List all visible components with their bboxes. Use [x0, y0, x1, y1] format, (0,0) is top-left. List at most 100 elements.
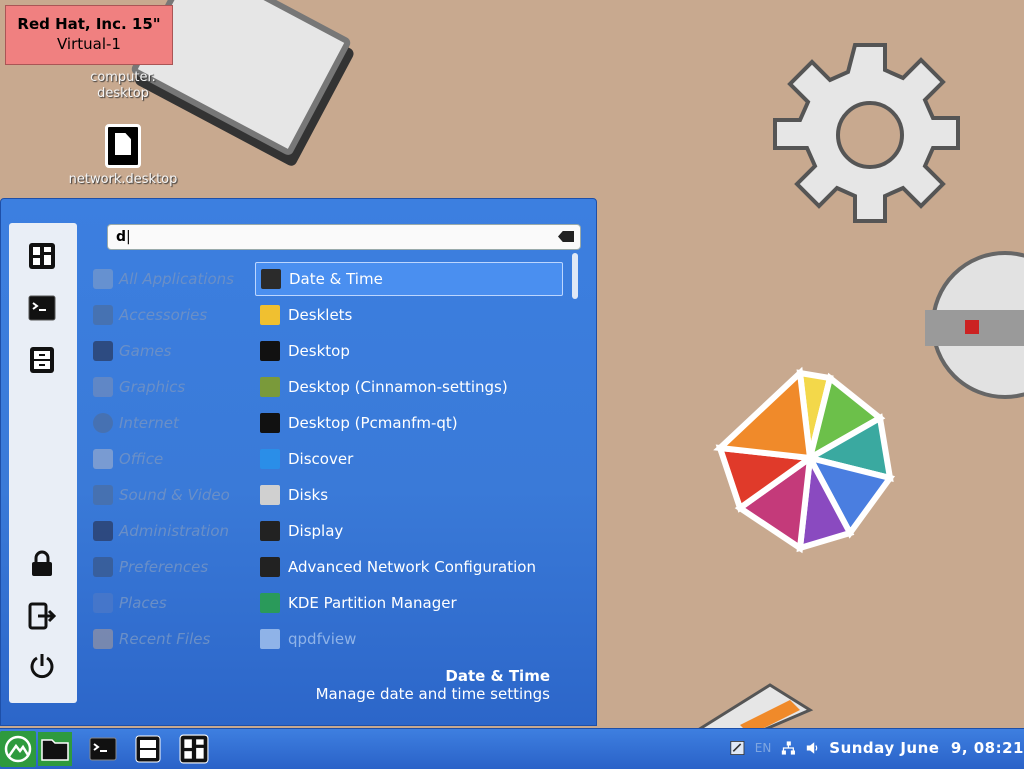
category-places[interactable]: Places	[93, 585, 253, 621]
administration-icon	[93, 521, 113, 541]
folder-icon	[41, 739, 69, 761]
places-icon	[93, 593, 113, 613]
file-icon	[105, 124, 141, 168]
desklets-icon	[260, 305, 280, 325]
app-item-label: Display	[288, 522, 344, 540]
category-label: All Applications	[119, 270, 234, 288]
category-all-applications[interactable]: All Applications	[93, 261, 253, 297]
category-graphics[interactable]: Graphics	[93, 369, 253, 405]
application-menu: d| All Applications Accessories Games Gr…	[0, 198, 597, 726]
app-item[interactable]: Display	[255, 513, 563, 549]
desktop-icon-label: computer.	[90, 70, 156, 85]
category-list: All Applications Accessories Games Graph…	[93, 261, 253, 657]
lock-icon	[32, 550, 52, 576]
wallpaper-gear-graphic	[773, 43, 960, 223]
clock[interactable]: Sunday June 9, 08:21	[829, 739, 1024, 757]
app-description: Date & Time Manage date and time setting…	[316, 667, 550, 703]
wallpaper-sphere-graphic	[925, 251, 1024, 399]
category-games[interactable]: Games	[93, 333, 253, 369]
favorites-panel	[9, 223, 77, 703]
app-item[interactable]: Desktop (Pcmanfm-qt)	[255, 405, 563, 441]
network-config-icon	[260, 557, 280, 577]
recent-files-icon	[93, 629, 113, 649]
app-item-label: Disks	[288, 486, 329, 504]
internet-icon	[93, 413, 113, 433]
games-icon	[93, 341, 113, 361]
category-label: Preferences	[119, 558, 209, 576]
preferences-icon	[93, 557, 113, 577]
qpdfview-icon	[260, 629, 280, 649]
folder-icon	[260, 341, 280, 361]
category-internet[interactable]: Internet	[93, 405, 253, 441]
category-sound-video[interactable]: Sound & Video	[93, 477, 253, 513]
partition-manager-icon	[260, 593, 280, 613]
lock-screen-button[interactable]	[27, 549, 57, 579]
logout-button[interactable]	[27, 601, 57, 631]
volume-icon[interactable]	[806, 740, 819, 756]
app-item[interactable]: Advanced Network Configuration	[255, 549, 563, 585]
taskbar-file-cabinet-launcher[interactable]	[131, 732, 165, 766]
desktop-icon-computer[interactable]: computer. desktop	[63, 70, 183, 102]
settings-icon	[29, 243, 55, 269]
category-label: Sound & Video	[119, 486, 230, 504]
app-item[interactable]: Discover	[255, 441, 563, 477]
system-tray: EN Sunday June 9, 08:21	[730, 736, 1024, 760]
disks-icon	[260, 485, 280, 505]
logout-icon	[28, 602, 56, 630]
category-recent-files[interactable]: Recent Files	[93, 621, 253, 657]
category-label: Accessories	[119, 306, 208, 324]
office-icon	[93, 449, 113, 469]
desktop-icon-network[interactable]: network.desktop	[63, 124, 183, 188]
file-cabinet-icon	[30, 347, 54, 373]
notes-icon[interactable]	[730, 739, 745, 757]
taskbar-files-launcher[interactable]	[38, 732, 72, 766]
file-cabinet-icon	[135, 735, 161, 763]
taskbar-terminal-launcher[interactable]	[86, 732, 120, 766]
wallpaper-colorwheel-graphic	[713, 366, 896, 554]
app-item[interactable]: qpdfview	[255, 621, 563, 657]
start-menu-icon	[4, 735, 32, 763]
app-item[interactable]: Date & Time	[255, 262, 563, 296]
shutdown-button[interactable]	[27, 651, 57, 681]
folder-icon	[260, 413, 280, 433]
clear-search-icon[interactable]	[558, 231, 574, 242]
category-label: Administration	[119, 522, 230, 540]
network-icon[interactable]	[781, 739, 796, 757]
category-preferences[interactable]: Preferences	[93, 549, 253, 585]
app-item-label: Desktop (Pcmanfm-qt)	[288, 414, 458, 432]
app-description-title: Date & Time	[445, 667, 550, 685]
category-accessories[interactable]: Accessories	[93, 297, 253, 333]
app-item-label: qpdfview	[288, 630, 357, 648]
settings-favorite-button[interactable]	[27, 241, 57, 271]
desktop-settings-icon	[260, 377, 280, 397]
app-list-scrollbar[interactable]	[572, 253, 578, 299]
terminal-icon	[28, 295, 56, 321]
terminal-icon	[89, 737, 117, 761]
app-description-text: Manage date and time settings	[315, 685, 550, 703]
keyboard-layout-indicator[interactable]: EN	[755, 741, 772, 755]
app-item-label: Desktop (Cinnamon-settings)	[288, 378, 508, 396]
category-administration[interactable]: Administration	[93, 513, 253, 549]
category-label: Games	[119, 342, 172, 360]
vm-display-label: Red Hat, Inc. 15" Virtual-1	[5, 5, 173, 65]
vm-label-subtitle: Virtual-1	[57, 35, 121, 53]
app-item[interactable]: Desklets	[255, 297, 563, 333]
app-item[interactable]: Disks	[255, 477, 563, 513]
app-item[interactable]: Desktop	[255, 333, 563, 369]
category-label: Places	[119, 594, 167, 612]
app-item-label: Discover	[288, 450, 354, 468]
desktop-icon-label: desktop	[97, 86, 149, 101]
app-item-label: Desktop	[288, 342, 350, 360]
category-label: Internet	[119, 414, 179, 432]
menu-button[interactable]	[0, 731, 36, 767]
vm-label-title: Red Hat, Inc. 15"	[17, 15, 161, 33]
power-icon	[30, 654, 54, 679]
taskbar-settings-launcher[interactable]	[177, 732, 211, 766]
files-favorite-button[interactable]	[27, 345, 57, 375]
terminal-favorite-button[interactable]	[27, 293, 57, 323]
category-label: Graphics	[119, 378, 186, 396]
category-office[interactable]: Office	[93, 441, 253, 477]
app-item[interactable]: KDE Partition Manager	[255, 585, 563, 621]
app-item[interactable]: Desktop (Cinnamon-settings)	[255, 369, 563, 405]
menu-search-input[interactable]: d|	[107, 224, 581, 250]
